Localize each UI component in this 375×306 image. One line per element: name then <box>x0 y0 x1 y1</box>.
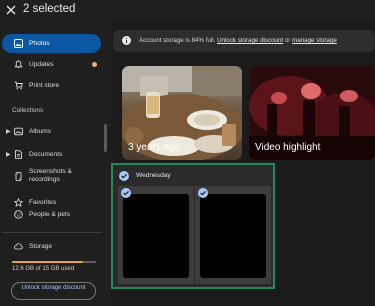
check-circle-icon[interactable] <box>121 188 131 198</box>
memory-card-video-highlight[interactable]: Video highlight <box>249 66 375 160</box>
day-group-label: Wednesday <box>136 172 171 179</box>
sidebar: Photos Updates Print store Collections ▶… <box>0 28 110 306</box>
storage-banner: Account storage is 84% full. Unlock stor… <box>113 30 375 52</box>
memory-card-3-years-ago[interactable]: 3 years ago <box>122 66 242 160</box>
storage-used-text: 12.6 GB of 15 GB used <box>12 266 75 272</box>
unlock-storage-discount-link[interactable]: Unlock storage discount <box>217 37 283 44</box>
info-icon <box>122 36 131 45</box>
unlock-storage-discount-button[interactable]: Unlock storage discount <box>11 282 96 300</box>
memory-label: Video highlight <box>255 142 321 153</box>
document-icon <box>14 150 23 159</box>
sidebar-item-print-store[interactable]: Print store <box>2 76 101 95</box>
caret-right-icon[interactable]: ▶ <box>6 128 11 135</box>
main-content: Account storage is 84% full. Unlock stor… <box>111 22 375 306</box>
sidebar-item-label: Screenshots & recordings <box>29 168 72 183</box>
day-group-selected[interactable]: Wednesday <box>111 163 275 289</box>
cart-icon <box>14 81 23 90</box>
sidebar-item-label: Documents <box>29 150 63 158</box>
notification-dot <box>92 62 97 67</box>
sidebar-item-updates[interactable]: Updates <box>2 55 101 74</box>
sidebar-item-albums[interactable]: ▶ Albums <box>2 122 101 141</box>
face-icon <box>14 210 23 219</box>
photo-tile[interactable] <box>195 186 271 284</box>
memory-label: 3 years ago <box>128 142 181 153</box>
screenshot-icon <box>14 171 23 181</box>
sidebar-item-screenshots[interactable]: Screenshots & recordings <box>2 164 101 188</box>
sidebar-item-storage[interactable]: Storage <box>2 237 101 256</box>
sidebar-scrollbar[interactable] <box>104 124 107 152</box>
sidebar-item-label: People & pets <box>29 210 71 218</box>
banner-text: Account storage is 84% full. Unlock stor… <box>139 37 337 44</box>
sidebar-item-photos[interactable]: Photos <box>2 34 101 53</box>
photos-icon <box>14 39 23 48</box>
sidebar-item-label: Albums <box>29 127 51 135</box>
close-icon[interactable] <box>6 5 16 15</box>
photo-thumbnail <box>200 194 266 278</box>
caret-right-icon[interactable]: ▶ <box>6 151 11 158</box>
manage-storage-link[interactable]: manage storage <box>292 37 337 44</box>
sidebar-item-documents[interactable]: ▶ Documents <box>2 145 101 164</box>
storage-progress-bar <box>12 261 96 263</box>
check-circle-icon[interactable] <box>198 188 208 198</box>
sidebar-item-label: Print store <box>29 81 60 89</box>
sidebar-item-label: Updates <box>29 60 54 68</box>
sidebar-item-people-pets[interactable]: People & pets <box>2 205 101 224</box>
banner-message: Account storage is 84% full. <box>139 37 216 44</box>
photo-tile[interactable] <box>118 186 194 284</box>
sidebar-divider <box>2 232 102 233</box>
storage-progress-fill <box>12 261 83 263</box>
photo-thumbnail <box>123 194 189 278</box>
selection-toolbar: 2 selected <box>0 0 375 22</box>
sidebar-item-label: Photos <box>29 39 50 47</box>
selection-count: 2 selected <box>23 3 76 15</box>
album-icon <box>14 127 23 136</box>
bell-icon <box>14 60 23 69</box>
cloud-icon <box>14 242 23 251</box>
banner-connector: or <box>283 37 293 44</box>
sidebar-item-label: Storage <box>29 242 53 250</box>
check-circle-icon[interactable] <box>119 171 129 181</box>
collections-heading: Collections <box>12 107 44 114</box>
